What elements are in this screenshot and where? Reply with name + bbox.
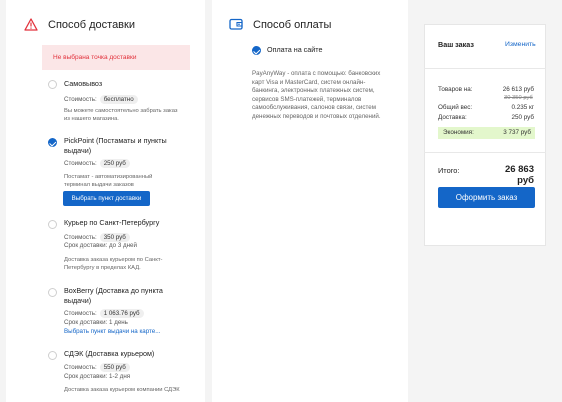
radio-online-payment[interactable] bbox=[252, 46, 261, 55]
warning-icon bbox=[24, 18, 38, 31]
order-economy: Экономия: 3 737 руб bbox=[438, 127, 535, 139]
option-note-pickup: Вы можете самостоятельно забрать заказ и… bbox=[64, 108, 178, 122]
payment-description: PayAnyWay - оплата с помощью: банковских… bbox=[252, 70, 381, 120]
option-term-boxberry: Срок доставки: 1 день bbox=[64, 319, 128, 326]
radio-pickup[interactable] bbox=[48, 80, 57, 89]
order-weight: Общий вес: 0.235 кг bbox=[438, 104, 534, 111]
payment-panel bbox=[212, 0, 408, 402]
option-title-pickup: Самовывоз bbox=[64, 79, 103, 88]
option-cost-boxberry: Стоимость: 1 063.76 руб bbox=[64, 309, 144, 318]
radio-courier-spb[interactable] bbox=[48, 220, 57, 229]
order-divider-top bbox=[424, 68, 546, 69]
choose-pickup-point-button[interactable]: Выбрать пункт доставки bbox=[63, 191, 150, 206]
option-note-pickpoint: Постамат - автоматизированный терминал в… bbox=[64, 174, 153, 188]
option-title-courier-spb: Курьер по Санкт-Петербургу bbox=[64, 218, 160, 227]
option-title-pickpoint: PickPoint (Постаматы и пункты выдачи) bbox=[64, 136, 167, 155]
option-title-cdek: СДЭК (Доставка курьером) bbox=[64, 349, 155, 358]
radio-cdek[interactable] bbox=[48, 351, 57, 360]
option-cost-cdek: Стоимость: 550 руб bbox=[64, 363, 130, 372]
order-total-value: 26 863 руб bbox=[504, 164, 534, 186]
option-cost-pickup: Стоимость: бесплатно bbox=[64, 95, 138, 104]
change-order-link[interactable]: Изменить bbox=[505, 41, 536, 48]
option-note-cdek: Доставка заказа курьером компании СДЭК bbox=[64, 387, 180, 393]
choose-on-map-link[interactable]: Выбрать пункт выдачи на карте... bbox=[64, 328, 160, 335]
order-delivery: Доставка: 250 руб bbox=[438, 114, 534, 121]
radio-pickpoint[interactable] bbox=[48, 138, 57, 147]
delivery-title: Способ доставки bbox=[48, 19, 135, 31]
delivery-warning: Не выбрана точка доставки bbox=[42, 45, 190, 70]
option-term-courier-spb: Срок доставки: до 3 дней bbox=[64, 242, 137, 249]
option-term-cdek: Срок доставки: 1-2 дня bbox=[64, 373, 131, 380]
option-title-boxberry: BoxBerry (Доставка до пункта выдачи) bbox=[64, 286, 163, 305]
option-cost-pickpoint: Стоимость: 250 руб bbox=[64, 159, 130, 168]
option-cost-courier-spb: Стоимость: 350 руб bbox=[64, 233, 130, 242]
payment-title: Способ оплаты bbox=[253, 19, 332, 31]
order-goods: Товаров на: 26 613 руб bbox=[438, 86, 534, 93]
order-total-label: Итого: bbox=[438, 166, 460, 175]
option-note-courier-spb: Доставка заказа курьером по Санкт- Петер… bbox=[64, 257, 163, 271]
order-goods-old-price: 30 350 руб bbox=[504, 95, 533, 101]
wallet-icon bbox=[229, 18, 243, 30]
radio-boxberry[interactable] bbox=[48, 288, 57, 297]
order-divider-bottom bbox=[424, 152, 546, 153]
submit-order-button[interactable]: Оформить заказ bbox=[438, 187, 535, 208]
order-title: Ваш заказ bbox=[438, 40, 474, 49]
payment-option-label: Оплата на сайте bbox=[267, 45, 323, 54]
